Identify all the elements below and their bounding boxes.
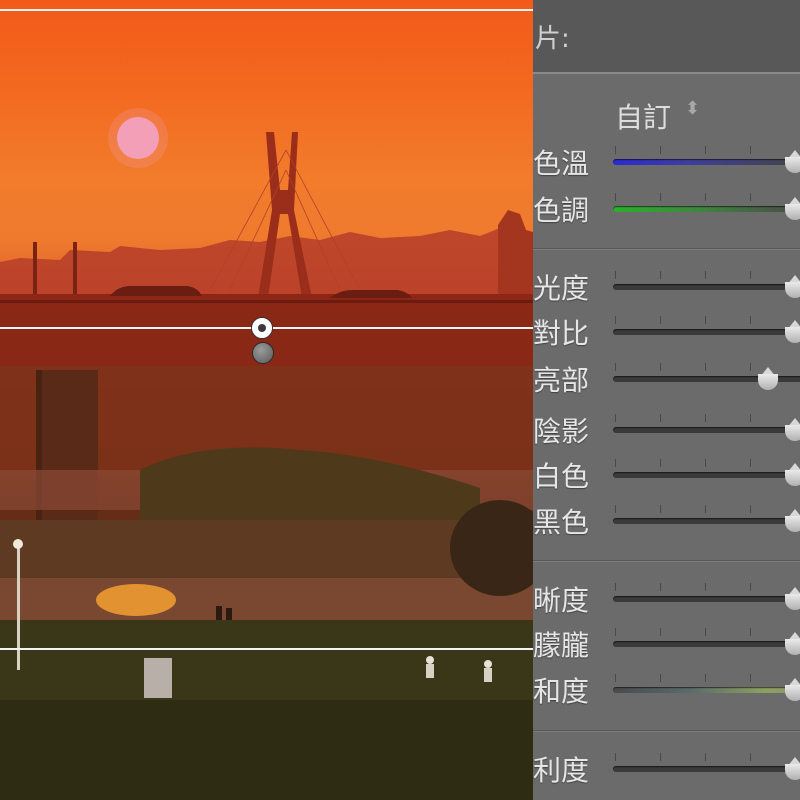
slider-label: 色調 — [533, 194, 590, 227]
slider-tick — [615, 363, 616, 371]
slider-thumb-icon[interactable] — [757, 367, 779, 391]
slider-label: 白色 — [533, 460, 590, 493]
slider-tick — [615, 414, 616, 422]
slider-thumb-icon[interactable] — [784, 197, 800, 221]
section-divider — [533, 248, 800, 250]
slider-tick — [750, 316, 751, 324]
slider-track[interactable] — [613, 641, 800, 647]
slider-thumb-icon[interactable] — [784, 757, 800, 781]
slider-label: 和度 — [533, 675, 590, 708]
slider-label: 色溫 — [533, 147, 590, 180]
slider-label: 黑色 — [533, 506, 590, 539]
slider-tick — [660, 583, 661, 591]
slider-tick — [615, 583, 616, 591]
slider-tick — [615, 193, 616, 201]
panel-title: 片: — [535, 24, 570, 54]
select-arrows-icon[interactable]: ⬍ — [685, 100, 700, 118]
slider-label: 晰度 — [533, 584, 590, 617]
slider-tick — [750, 583, 751, 591]
adjustment-panel: 片: 自訂 ⬍ 色溫色調光度對比亮部陰影白色黑色晰度朦朧和度利度 — [533, 0, 800, 800]
slider-tick — [750, 271, 751, 279]
slider-thumb-icon[interactable] — [784, 150, 800, 174]
slider-tick — [750, 363, 751, 371]
slider-tick — [660, 193, 661, 201]
slider-thumb-icon[interactable] — [784, 509, 800, 533]
slider-track[interactable] — [613, 518, 800, 524]
graduated-filter-pin-icon[interactable] — [252, 318, 272, 338]
slider-tick — [705, 146, 706, 154]
slider-tick — [705, 505, 706, 513]
slider-tick — [750, 674, 751, 682]
slider-tick — [705, 316, 706, 324]
slider-tick — [660, 146, 661, 154]
slider-tick — [705, 753, 706, 761]
photo-canvas[interactable] — [0, 0, 533, 800]
slider-tick — [705, 459, 706, 467]
photo-scene — [0, 108, 533, 800]
slider-track[interactable] — [613, 159, 800, 165]
slider-tick — [705, 363, 706, 371]
slider-thumb-icon[interactable] — [784, 587, 800, 611]
slider-tick — [705, 271, 706, 279]
slider-tick — [660, 414, 661, 422]
slider-tick — [750, 628, 751, 636]
slider-track[interactable] — [613, 427, 800, 433]
panel-header: 片: — [533, 0, 800, 74]
slider-thumb-icon[interactable] — [784, 275, 800, 299]
slider-label: 亮部 — [533, 364, 590, 397]
slider-tick — [660, 363, 661, 371]
slider-track[interactable] — [613, 687, 800, 693]
slider-tick — [615, 753, 616, 761]
slider-tick — [615, 628, 616, 636]
slider-tick — [750, 193, 751, 201]
slider-tick — [615, 146, 616, 154]
slider-tick — [660, 271, 661, 279]
slider-tick — [615, 271, 616, 279]
section-divider — [533, 730, 800, 732]
slider-label: 對比 — [533, 317, 590, 350]
slider-tick — [750, 753, 751, 761]
slider-track[interactable] — [613, 284, 800, 290]
slider-thumb-icon[interactable] — [784, 418, 800, 442]
slider-tick — [705, 414, 706, 422]
slider-tick — [615, 674, 616, 682]
slider-tick — [750, 146, 751, 154]
slider-tick — [660, 628, 661, 636]
slider-label: 光度 — [533, 272, 590, 305]
slider-tick — [615, 505, 616, 513]
slider-tick — [705, 193, 706, 201]
slider-track[interactable] — [613, 596, 800, 602]
graduated-filter-line-top[interactable] — [0, 9, 533, 11]
slider-track[interactable] — [613, 206, 800, 212]
slider-tick — [615, 459, 616, 467]
slider-tick — [660, 753, 661, 761]
slider-label: 利度 — [533, 754, 590, 787]
slider-tick — [660, 674, 661, 682]
slider-tick — [705, 628, 706, 636]
slider-tick — [750, 505, 751, 513]
slider-tick — [750, 459, 751, 467]
slider-tick — [705, 583, 706, 591]
graduated-filter-line-bottom[interactable] — [0, 648, 533, 650]
slider-track[interactable] — [613, 329, 800, 335]
slider-tick — [705, 674, 706, 682]
slider-tick — [660, 505, 661, 513]
slider-thumb-icon[interactable] — [784, 320, 800, 344]
section-divider — [533, 560, 800, 562]
slider-track[interactable] — [613, 472, 800, 478]
slider-label: 朦朧 — [533, 629, 590, 662]
slider-thumb-icon[interactable] — [784, 678, 800, 702]
graduated-filter-rotate-handle[interactable] — [252, 342, 274, 364]
slider-tick — [615, 316, 616, 324]
slider-thumb-icon[interactable] — [784, 632, 800, 656]
preset-select[interactable]: 自訂 — [615, 96, 671, 136]
slider-tick — [750, 414, 751, 422]
slider-track[interactable] — [613, 766, 800, 772]
slider-tick — [660, 459, 661, 467]
slider-label: 陰影 — [533, 415, 590, 448]
slider-tick — [660, 316, 661, 324]
slider-thumb-icon[interactable] — [784, 463, 800, 487]
